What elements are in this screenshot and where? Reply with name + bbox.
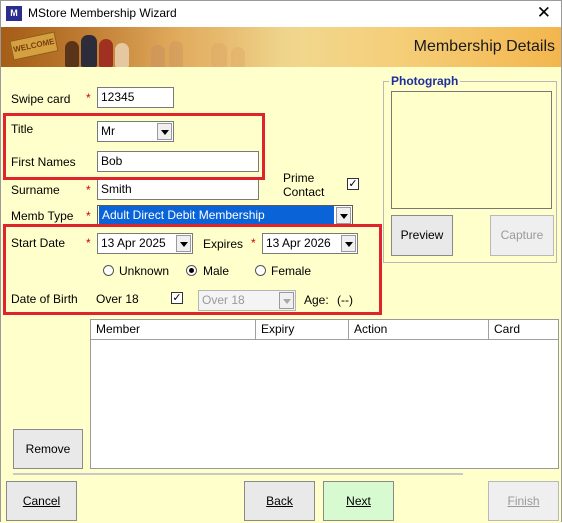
- photograph-area: [391, 91, 552, 209]
- prime-contact-checkbox[interactable]: ✓: [347, 178, 359, 190]
- age-label: Age:: [304, 293, 329, 307]
- preview-button[interactable]: Preview: [391, 215, 453, 256]
- first-names-label: First Names: [11, 155, 76, 169]
- cancel-button[interactable]: Cancel: [6, 481, 77, 521]
- banner-figure: [169, 41, 183, 67]
- chevron-down-icon: [279, 292, 294, 309]
- wizard-window: M MStore Membership Wizard ✕ WELCOME Mem…: [0, 0, 562, 523]
- banner-figure: [211, 43, 227, 67]
- start-date-value: 13 Apr 2025: [101, 236, 166, 250]
- title-select[interactable]: Mr: [97, 121, 174, 142]
- banner-figure: [231, 47, 245, 67]
- title-bar: M MStore Membership Wizard ✕: [1, 1, 561, 27]
- over-18-checkbox[interactable]: ✓: [171, 292, 183, 304]
- over-18-select-value: Over 18: [202, 293, 245, 307]
- start-date-label: Start Date: [11, 236, 66, 250]
- banner-figure: [115, 43, 129, 67]
- members-table[interactable]: Member Expiry Action Card: [90, 319, 559, 469]
- column-header-expiry[interactable]: Expiry: [256, 320, 349, 340]
- app-icon: M: [6, 6, 22, 21]
- gender-option-label: Unknown: [119, 264, 170, 278]
- remove-button[interactable]: Remove: [13, 429, 83, 469]
- gender-radio-unknown[interactable]: [103, 265, 114, 276]
- banner-image: WELCOME: [1, 27, 301, 67]
- header-banner: WELCOME Membership Details: [1, 27, 561, 67]
- next-button[interactable]: Next: [323, 481, 394, 521]
- wizard-footer: Cancel Back Next Finish: [1, 476, 561, 523]
- required-marker: *: [86, 236, 91, 250]
- prime-contact-label-line1: Prime: [283, 171, 315, 185]
- over-18-select: Over 18: [198, 290, 296, 311]
- swipe-card-label: Swipe card: [11, 92, 71, 106]
- surname-input[interactable]: Smith: [97, 179, 259, 200]
- page-title: Membership Details: [413, 38, 555, 55]
- chevron-down-icon[interactable]: [341, 235, 356, 252]
- divider: [13, 473, 463, 475]
- memb-type-select-value: Adult Direct Debit Membership: [99, 206, 334, 225]
- title-label: Title: [11, 122, 34, 136]
- memb-type-select[interactable]: Adult Direct Debit Membership: [97, 205, 353, 226]
- banner-figure: [99, 39, 113, 67]
- column-header-action[interactable]: Action: [349, 320, 489, 340]
- swipe-card-input[interactable]: 12345: [97, 87, 174, 108]
- expires-date-value: 13 Apr 2026: [266, 236, 331, 250]
- required-marker: *: [86, 183, 91, 197]
- welcome-sign-image: WELCOME: [9, 31, 59, 61]
- required-marker: *: [251, 236, 256, 250]
- date-of-birth-label: Date of Birth: [11, 292, 78, 306]
- prime-contact-label-line2: Contact: [283, 185, 325, 199]
- finish-button: Finish: [488, 481, 559, 521]
- close-icon[interactable]: ✕: [537, 3, 551, 23]
- back-button[interactable]: Back: [244, 481, 315, 521]
- banner-figure: [81, 35, 97, 67]
- memb-type-label: Memb Type: [11, 209, 74, 223]
- required-marker: *: [86, 91, 91, 105]
- expires-label: Expires: [203, 237, 244, 251]
- chevron-down-icon[interactable]: [157, 123, 172, 140]
- column-header-card[interactable]: Card: [489, 320, 558, 340]
- window-title: MStore Membership Wizard: [28, 6, 177, 20]
- banner-figure: [65, 41, 79, 67]
- first-names-input[interactable]: Bob: [97, 151, 259, 172]
- gender-option-label: Male: [203, 264, 230, 278]
- prime-contact-label: Prime Contact: [283, 171, 324, 199]
- column-header-member[interactable]: Member: [91, 320, 256, 340]
- expires-date-picker[interactable]: 13 Apr 2026: [262, 233, 358, 254]
- title-select-value: Mr: [101, 124, 115, 138]
- chevron-down-icon[interactable]: [176, 235, 191, 252]
- gender-option-label: Female: [271, 264, 312, 278]
- gender-radio-female[interactable]: [255, 265, 266, 276]
- surname-label: Surname: [11, 183, 60, 197]
- age-value: (--): [337, 293, 353, 307]
- capture-button: Capture: [490, 215, 554, 256]
- start-date-picker[interactable]: 13 Apr 2025: [97, 233, 193, 254]
- photograph-group-title: Photograph: [389, 74, 461, 88]
- date-of-birth-value: Over 18: [96, 292, 139, 306]
- required-marker: *: [86, 209, 91, 223]
- banner-figure: [151, 45, 165, 67]
- gender-radio-male[interactable]: [186, 265, 197, 276]
- chevron-down-icon[interactable]: [336, 207, 351, 224]
